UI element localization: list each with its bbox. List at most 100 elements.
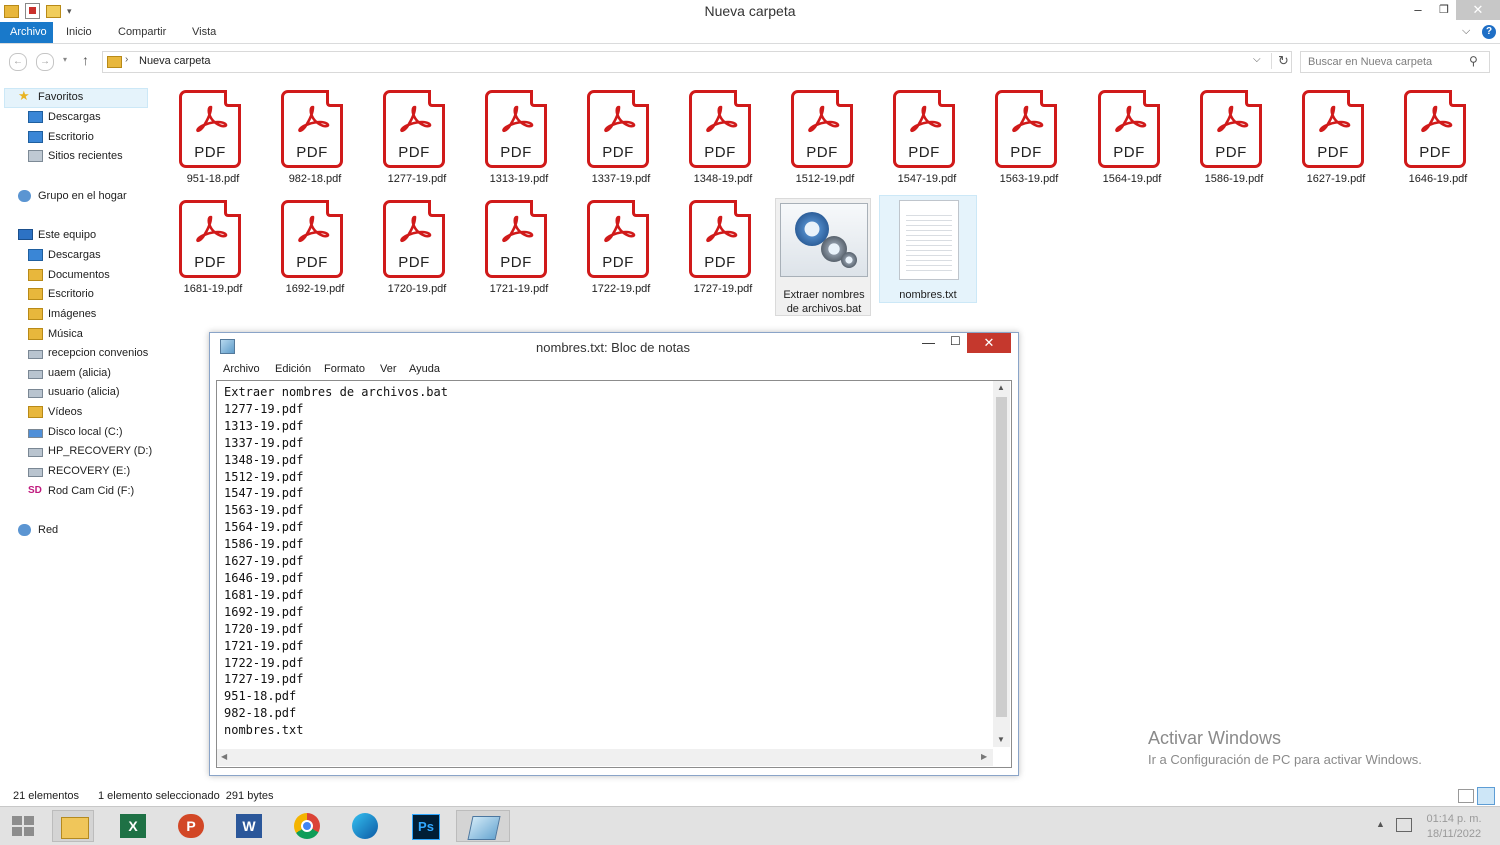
acrobat-logo-icon bbox=[298, 215, 330, 243]
downloads-folder-icon bbox=[28, 249, 43, 261]
tab-vista[interactable]: Vista bbox=[182, 22, 226, 43]
file-item-pdf[interactable]: PDF 1337-19.pdf bbox=[573, 84, 669, 192]
address-dropdown-icon[interactable]: ⌵ bbox=[1253, 54, 1261, 65]
file-item-pdf[interactable]: PDF 1563-19.pdf bbox=[981, 84, 1077, 192]
navigation-bar: ← → ▾ ↑ › Nueva carpeta ⌵ ↻ Buscar en Nu… bbox=[0, 49, 1500, 75]
acrobat-logo-icon bbox=[1217, 105, 1249, 133]
file-item-pdf[interactable]: PDF 1277-19.pdf bbox=[369, 84, 465, 192]
forward-button[interactable]: → bbox=[36, 53, 54, 71]
scroll-up-icon[interactable]: ▲ bbox=[997, 383, 1005, 392]
taskbar-file-explorer[interactable] bbox=[52, 810, 94, 842]
refresh-icon[interactable]: ↻ bbox=[1271, 53, 1289, 69]
notepad-text-area[interactable]: Extraer nombres de archivos.bat 1277-19.… bbox=[216, 380, 1012, 768]
network-drive-icon bbox=[28, 350, 43, 359]
menu-ver[interactable]: Ver bbox=[380, 363, 397, 375]
scroll-left-icon[interactable]: ◀ bbox=[221, 752, 227, 761]
file-name: 1627-19.pdf bbox=[1306, 173, 1366, 185]
network-icon bbox=[18, 524, 31, 536]
file-item-pdf[interactable]: PDF 951-18.pdf bbox=[165, 84, 261, 192]
pictures-folder-icon bbox=[28, 308, 43, 320]
scroll-right-icon[interactable]: ▶ bbox=[981, 752, 987, 761]
activation-title: Activar Windows bbox=[1148, 728, 1282, 748]
search-input[interactable]: Buscar en Nueva carpeta ⚲ bbox=[1300, 51, 1490, 73]
help-icon[interactable]: ? bbox=[1482, 25, 1496, 39]
menu-edicion[interactable]: Edición bbox=[275, 363, 311, 375]
breadcrumb[interactable]: Nueva carpeta bbox=[139, 55, 211, 67]
acrobat-logo-icon bbox=[706, 105, 738, 133]
folder-icon bbox=[107, 56, 122, 68]
details-view-icon[interactable] bbox=[1458, 789, 1474, 803]
scrollbar-thumb[interactable] bbox=[996, 397, 1007, 717]
notepad-minimize-button[interactable]: — bbox=[922, 335, 935, 350]
taskbar-powerpoint[interactable]: P bbox=[170, 810, 212, 842]
acrobat-logo-icon bbox=[808, 105, 840, 133]
address-bar[interactable]: › Nueva carpeta ⌵ ↻ bbox=[102, 51, 1292, 73]
menu-formato[interactable]: Formato bbox=[324, 363, 365, 375]
status-bar: 21 elementos 1 elemento seleccionado 291… bbox=[0, 786, 1500, 806]
file-name: 1277-19.pdf bbox=[387, 173, 447, 185]
pdf-file-icon: PDF bbox=[1404, 90, 1466, 168]
scroll-down-icon[interactable]: ▼ bbox=[997, 735, 1005, 744]
tab-compartir[interactable]: Compartir bbox=[108, 22, 176, 43]
taskbar-word[interactable]: W bbox=[228, 810, 270, 842]
search-icon[interactable]: ⚲ bbox=[1469, 54, 1478, 68]
back-button[interactable]: ← bbox=[9, 53, 27, 71]
file-item-pdf[interactable]: PDF 1681-19.pdf bbox=[165, 194, 261, 302]
clock-time[interactable]: 01:14 p. m. bbox=[1424, 813, 1484, 825]
file-name: 1313-19.pdf bbox=[489, 173, 549, 185]
notepad-close-button[interactable]: ✕ bbox=[967, 333, 1011, 353]
tab-inicio[interactable]: Inicio bbox=[56, 22, 102, 43]
minimize-button[interactable]: – bbox=[1404, 0, 1432, 20]
file-item-txt[interactable]: nombres.txt bbox=[879, 195, 977, 303]
taskbar-photoshop[interactable]: Ps bbox=[404, 810, 446, 842]
item-count: 21 elementos bbox=[13, 790, 80, 802]
file-item-pdf[interactable]: PDF 1313-19.pdf bbox=[471, 84, 567, 192]
pdf-label: PDF bbox=[806, 144, 838, 161]
file-item-pdf[interactable]: PDF 1348-19.pdf bbox=[675, 84, 771, 192]
file-name: 951-18.pdf bbox=[186, 173, 240, 185]
pdf-label: PDF bbox=[500, 254, 532, 271]
network-status-icon[interactable] bbox=[1396, 818, 1412, 832]
large-icons-view-icon[interactable] bbox=[1477, 787, 1495, 805]
file-name: 1720-19.pdf bbox=[387, 283, 447, 295]
recent-locations-icon[interactable]: ▾ bbox=[63, 55, 67, 64]
taskbar-notepad[interactable] bbox=[456, 810, 510, 842]
file-name: 1721-19.pdf bbox=[489, 283, 549, 295]
notepad-maximize-button[interactable]: ☐ bbox=[950, 334, 961, 348]
desktop-folder-icon bbox=[28, 288, 43, 300]
breadcrumb-separator-icon[interactable]: › bbox=[125, 54, 128, 65]
start-button-icon[interactable] bbox=[12, 816, 34, 836]
file-item-pdf[interactable]: PDF 982-18.pdf bbox=[267, 84, 363, 192]
pdf-label: PDF bbox=[194, 254, 226, 271]
acrobat-logo-icon bbox=[196, 215, 228, 243]
menu-archivo[interactable]: Archivo bbox=[223, 363, 260, 375]
horizontal-scrollbar[interactable]: ◀ ▶ bbox=[217, 749, 993, 766]
show-hidden-icons-icon[interactable]: ▲ bbox=[1376, 819, 1385, 829]
file-item-pdf[interactable]: PDF 1627-19.pdf bbox=[1288, 84, 1384, 192]
pdf-label: PDF bbox=[500, 144, 532, 161]
taskbar-excel[interactable]: X bbox=[112, 810, 154, 842]
close-button[interactable]: ✕ bbox=[1456, 0, 1500, 20]
file-item-pdf[interactable]: PDF 1564-19.pdf bbox=[1084, 84, 1180, 192]
downloads-folder-icon bbox=[28, 111, 43, 123]
up-button[interactable]: ↑ bbox=[82, 52, 89, 68]
taskbar-chrome[interactable] bbox=[287, 810, 329, 842]
ribbon-expand-icon[interactable]: ⌵ bbox=[1462, 25, 1470, 38]
file-item-pdf[interactable]: PDF 1512-19.pdf bbox=[777, 84, 873, 192]
file-item-pdf[interactable]: PDF 1547-19.pdf bbox=[879, 84, 975, 192]
menu-ayuda[interactable]: Ayuda bbox=[409, 363, 440, 375]
file-item-pdf[interactable]: PDF 1727-19.pdf bbox=[675, 194, 771, 302]
maximize-button[interactable]: ❐ bbox=[1430, 0, 1458, 20]
clock-date[interactable]: 18/11/2022 bbox=[1424, 828, 1484, 840]
file-item-pdf[interactable]: PDF 1646-19.pdf bbox=[1390, 84, 1486, 192]
taskbar-edge[interactable] bbox=[345, 810, 387, 842]
tab-archivo[interactable]: Archivo bbox=[0, 22, 53, 43]
file-item-pdf[interactable]: PDF 1722-19.pdf bbox=[573, 194, 669, 302]
file-item-bat[interactable]: Extraer nombres de archivos.bat bbox=[775, 198, 871, 316]
pdf-label: PDF bbox=[1215, 144, 1247, 161]
file-item-pdf[interactable]: PDF 1721-19.pdf bbox=[471, 194, 567, 302]
file-item-pdf[interactable]: PDF 1720-19.pdf bbox=[369, 194, 465, 302]
file-item-pdf[interactable]: PDF 1692-19.pdf bbox=[267, 194, 363, 302]
vertical-scrollbar[interactable]: ▲ ▼ bbox=[993, 381, 1010, 747]
file-item-pdf[interactable]: PDF 1586-19.pdf bbox=[1186, 84, 1282, 192]
